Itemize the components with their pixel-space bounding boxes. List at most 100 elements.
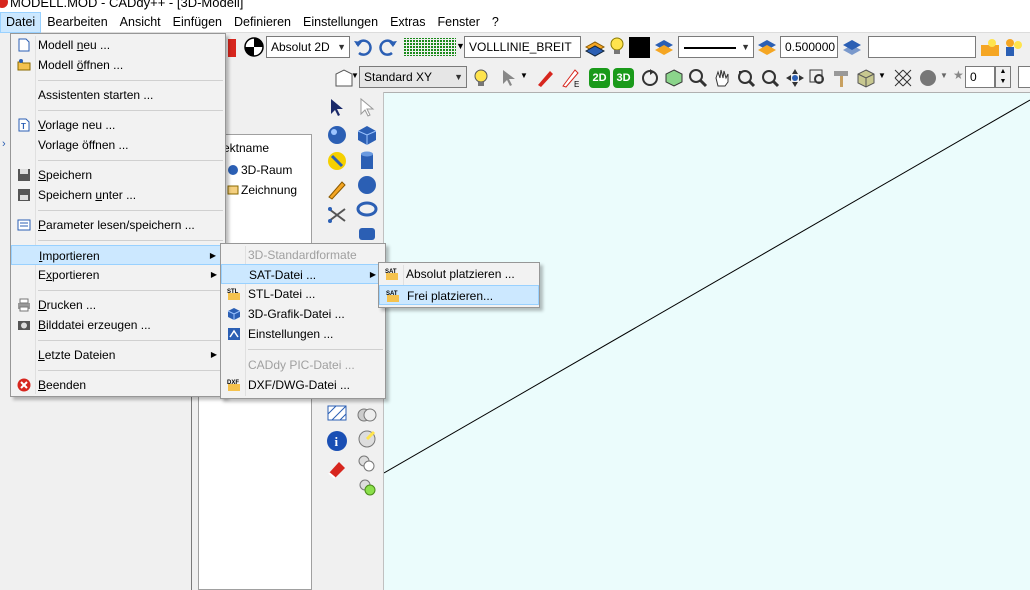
scissors-icon[interactable] (326, 204, 348, 226)
grid-pattern-icon[interactable] (404, 37, 456, 57)
select-arrow-icon[interactable] (356, 96, 378, 118)
menu-item-vorlage-oeffnen[interactable]: Vorlage öffnen ... (11, 135, 225, 155)
edit-icon[interactable]: E (561, 68, 581, 88)
zoom-in-icon[interactable] (760, 68, 780, 88)
chevron-down-icon[interactable]: ▼ (520, 71, 528, 80)
menu-item-stl-datei[interactable]: STL STL-Datei ... (221, 284, 385, 304)
pan-hand-icon[interactable] (712, 68, 732, 88)
paint-icon[interactable] (326, 150, 348, 172)
rotate-icon[interactable] (640, 68, 660, 88)
zoom-icon[interactable] (688, 68, 708, 88)
menu-bearbeiten[interactable]: Bearbeiten (41, 12, 113, 33)
snap-value-field[interactable]: 0 (965, 66, 995, 88)
layers-icon[interactable] (654, 37, 674, 57)
select-arrow-icon[interactable] (326, 96, 348, 118)
menu-item-bilddatei[interactable]: Bilddatei erzeugen ... (11, 315, 225, 335)
chevron-down-icon[interactable]: ▼ (351, 71, 359, 80)
menu-item-parameter[interactable]: Parameter lesen/speichern ... (11, 215, 225, 235)
zoom-all-icon[interactable] (785, 68, 805, 88)
sphere-icon[interactable] (356, 174, 378, 196)
menu-help[interactable]: ? (486, 12, 505, 33)
menu-item-speichern-unter[interactable]: Speichern unter ... (11, 185, 225, 205)
eraser-icon[interactable] (326, 458, 348, 480)
menu-item-dxf-dwg-datei[interactable]: DXF DXF/DWG-Datei ... (221, 375, 385, 395)
menu-einfuegen[interactable]: Einfügen (167, 12, 228, 33)
zoom-icon[interactable] (664, 68, 684, 88)
pencil-icon[interactable] (535, 68, 555, 88)
globe-icon (228, 165, 238, 175)
menu-item-drucken[interactable]: Drucken ... (11, 295, 225, 315)
menu-item-speichern[interactable]: Speichern (11, 165, 225, 185)
menu-item-letzte-dateien[interactable]: Letzte Dateien ▶ (11, 345, 225, 365)
3d-viewport[interactable] (384, 92, 1030, 590)
coord-mode-select[interactable]: Absolut 2D ▼ (266, 36, 350, 58)
boolean-subtract-icon[interactable] (356, 452, 378, 474)
menu-definieren[interactable]: Definieren (228, 12, 297, 33)
menu-item-3d-grafik-datei[interactable]: 3D-Grafik-Datei ... (221, 304, 385, 324)
menu-ansicht[interactable]: Ansicht (114, 12, 167, 33)
menu-item-modell-neu[interactable]: Modell neu ... (11, 35, 225, 55)
menu-item-label: Speichern (38, 168, 93, 182)
cylinder-icon[interactable] (356, 150, 378, 172)
undo-icon[interactable] (353, 37, 373, 57)
sphere-icon[interactable] (918, 68, 938, 88)
torus-icon[interactable] (356, 198, 378, 220)
layers-icon[interactable] (585, 37, 605, 57)
person-icon[interactable] (1003, 37, 1023, 57)
view-2d-button[interactable]: 2D (589, 68, 610, 88)
view-plane-select[interactable]: Standard XY ▼ (359, 66, 467, 88)
zoom-out-icon[interactable] (736, 68, 756, 88)
boolean-icon[interactable] (356, 404, 378, 426)
tree-item-zeichnung[interactable]: Zeichnung (227, 183, 297, 197)
lightbulb-icon[interactable] (607, 36, 627, 56)
menu-item-beenden[interactable]: Beenden (11, 375, 225, 395)
hatch-icon[interactable] (893, 68, 913, 88)
menu-item-einstellungen[interactable]: Einstellungen ... (221, 324, 385, 344)
chevron-down-icon[interactable]: ▼ (878, 71, 886, 80)
hatch-icon[interactable] (326, 402, 348, 424)
crosshair-icon[interactable] (244, 37, 264, 57)
extra-field[interactable] (1018, 66, 1030, 88)
sphere-tool-icon[interactable] (326, 124, 348, 146)
users-icon[interactable] (980, 37, 1000, 57)
chevron-right-icon: ▶ (209, 251, 216, 260)
line-width-field[interactable]: 0.500000 (780, 36, 838, 58)
pencil-icon[interactable] (326, 178, 348, 200)
boolean-intersect-icon[interactable] (356, 476, 378, 498)
lightbulb-icon[interactable] (471, 68, 491, 88)
tree-item-3d-raum[interactable]: 3D-Raum (227, 163, 292, 177)
box-icon[interactable] (356, 222, 378, 244)
menu-separator (38, 340, 223, 341)
cube-icon[interactable] (356, 124, 378, 146)
color-swatch[interactable] (629, 37, 650, 58)
chevron-down-icon[interactable]: ▼ (940, 71, 948, 80)
menu-einstellungen[interactable]: Einstellungen (297, 12, 384, 33)
menu-fenster[interactable]: Fenster (432, 12, 486, 33)
zoom-window-icon[interactable] (808, 68, 828, 88)
info-icon[interactable]: i (326, 430, 348, 452)
menu-item-absolut-platzieren[interactable]: SAT Absolut platzieren ... (379, 264, 539, 284)
menu-item-exportieren[interactable]: Exportieren ▶ (11, 265, 225, 285)
redo-icon[interactable] (378, 37, 398, 57)
chevron-right-icon[interactable]: › (2, 138, 6, 150)
pen-color-icon[interactable] (228, 37, 238, 57)
menu-datei[interactable]: Datei (0, 11, 42, 33)
menu-extras[interactable]: Extras (384, 12, 431, 33)
view-3d-button[interactable]: 3D (613, 68, 634, 88)
layers-icon[interactable] (757, 37, 777, 57)
line-type-field[interactable]: VOLLLINIE_BREIT (464, 36, 581, 58)
layers-icon[interactable] (842, 37, 862, 57)
snap-spinner[interactable]: ▲ ▼ (995, 66, 1011, 88)
line-style-select[interactable]: ▼ (678, 36, 754, 58)
cursor-icon[interactable] (500, 68, 520, 88)
boolean-union-icon[interactable] (356, 428, 378, 450)
cube-icon[interactable] (856, 68, 876, 88)
hammer-icon[interactable] (832, 68, 852, 88)
menu-item-sat-datei[interactable]: SAT-Datei ... ▶ (221, 264, 385, 284)
menu-item-vorlage-neu[interactable]: T Vorlage neu ... (11, 115, 225, 135)
menu-item-assistenten[interactable]: Assistenten starten ... (11, 85, 225, 105)
menu-item-frei-platzieren[interactable]: SAT Frei platzieren... (379, 285, 539, 305)
menu-item-importieren[interactable]: Importieren ▶ (11, 245, 225, 265)
layer-name-field[interactable] (868, 36, 976, 58)
menu-item-modell-oeffnen[interactable]: Modell öffnen ... (11, 55, 225, 75)
